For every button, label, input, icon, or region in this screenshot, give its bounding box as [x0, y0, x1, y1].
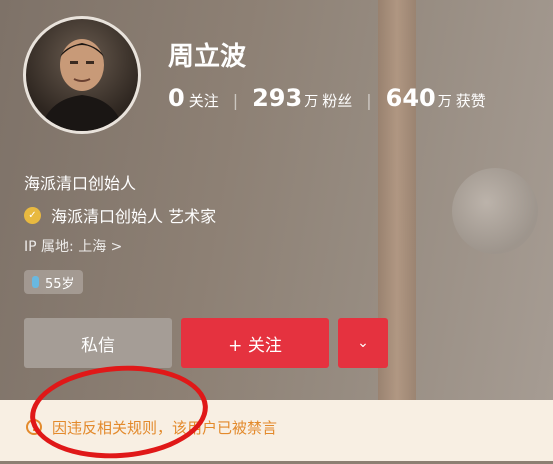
background-sphere — [452, 168, 538, 254]
ip-location-link[interactable]: IP 属地: 上海 > — [24, 236, 122, 256]
profile-bio: 海派清口创始人 — [24, 174, 137, 193]
verified-badge-icon: ✓ — [24, 206, 41, 224]
likes-count: 640 — [385, 84, 436, 112]
profile-stats: 0 关注 | 293 万粉丝 | 640 万获赞 — [168, 84, 486, 112]
following-count: 0 — [168, 84, 185, 112]
avatar[interactable] — [23, 16, 141, 134]
verification-row: ✓ 海派清口创始人 艺术家 — [24, 203, 216, 227]
following-label: 关注 — [188, 92, 219, 110]
follow-button[interactable]: + 关注 — [181, 318, 329, 368]
stat-divider: | — [366, 91, 372, 110]
gender-icon — [32, 276, 39, 288]
age-tag: 55岁 — [24, 270, 83, 294]
following-stat[interactable]: 0 关注 — [168, 84, 219, 112]
verification-text: 海派清口创始人 艺术家 — [51, 207, 217, 226]
fans-label: 粉丝 — [322, 92, 353, 110]
fans-unit: 万 — [304, 94, 319, 110]
age-label: 55岁 — [45, 276, 75, 292]
likes-unit: 万 — [437, 94, 452, 110]
avatar-portrait — [40, 39, 124, 131]
fans-stat[interactable]: 293 万粉丝 — [252, 84, 352, 112]
fans-count: 293 — [252, 84, 303, 112]
more-options-button[interactable]: ⌄ — [338, 318, 388, 368]
likes-stat[interactable]: 640 万获赞 — [386, 84, 486, 112]
stat-divider: | — [232, 91, 239, 110]
chevron-down-icon: ⌄ — [357, 335, 369, 351]
profile-name: 周立波 — [168, 42, 247, 72]
message-button[interactable]: 私信 — [24, 318, 172, 368]
likes-label: 获赞 — [455, 92, 486, 110]
